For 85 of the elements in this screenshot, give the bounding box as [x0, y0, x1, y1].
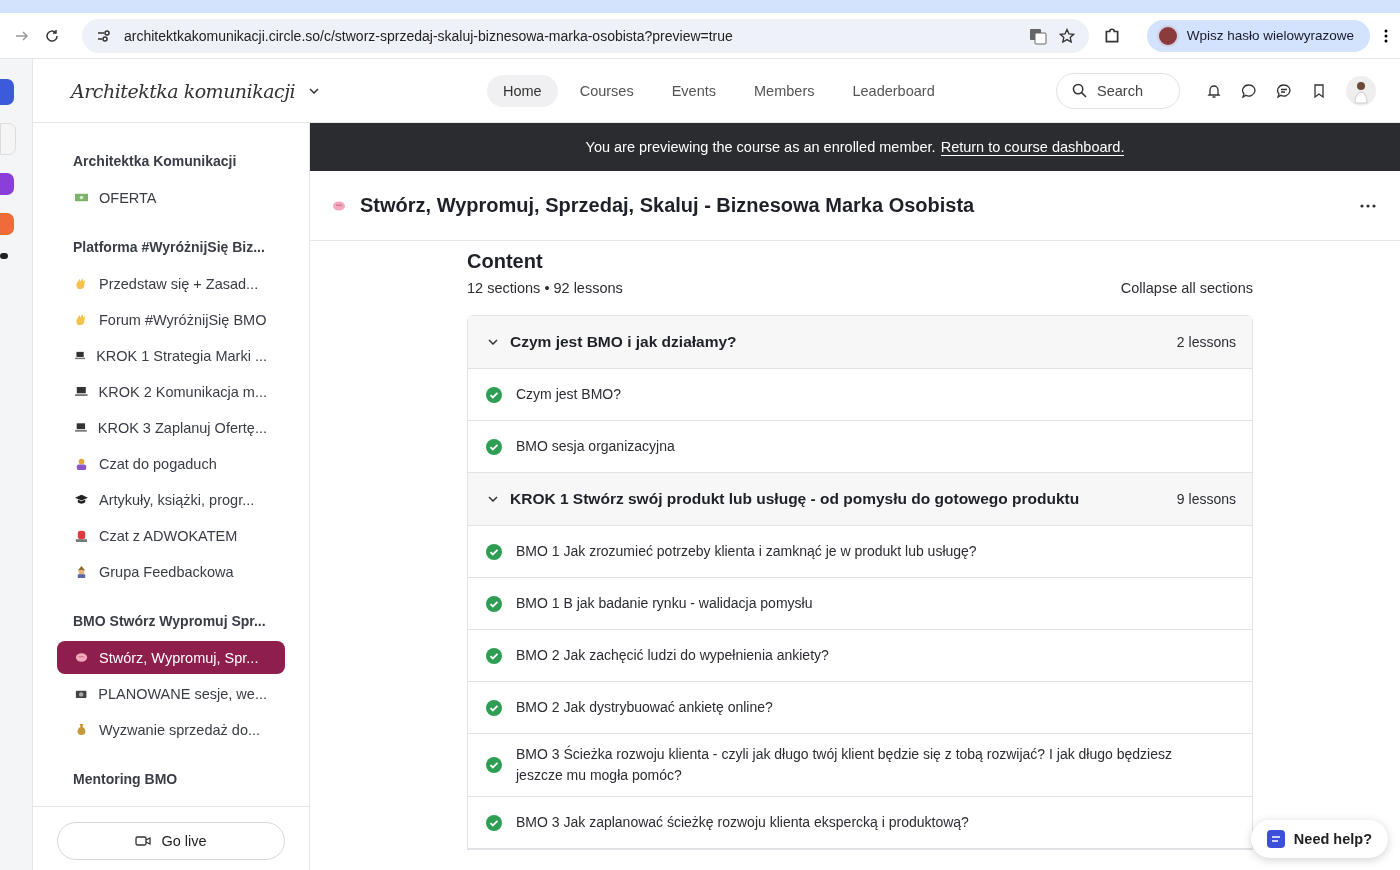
app-icon[interactable] [0, 253, 8, 259]
section-header[interactable]: Czym jest BMO i jak działamy? 2 lessons [468, 316, 1252, 369]
sidebar-item[interactable]: OFERTA [57, 181, 285, 214]
chat-icon [1266, 830, 1285, 848]
need-help-button[interactable]: Need help? [1250, 820, 1388, 858]
sidebar-group-title[interactable]: Mentoring BMO [57, 762, 285, 796]
sidebar-item[interactable]: Przedstaw się + Zasad... [57, 267, 285, 300]
sidebar-item[interactable]: KROK 1 Strategia Marki ... [57, 339, 285, 372]
logo[interactable]: Architektka komunikacji [71, 79, 296, 102]
section-title: Czym jest BMO i jak działamy? [510, 333, 738, 351]
sidebar-item[interactable]: Czat do pogaduch [57, 447, 285, 480]
nav-tab[interactable]: Home [487, 74, 558, 107]
sidebar-item[interactable]: PLANOWANE sesje, we... [57, 677, 285, 710]
bell-icon[interactable] [1206, 82, 1222, 99]
content-heading: Content [467, 250, 544, 273]
section-title: KROK 1 Stwórz swój produkt lub usługę - od pomysłu do gotowego produktu [510, 490, 1081, 508]
lesson-title: BMO 3 Ścieżka rozwoju klienta - czyli jak długo twój klient będzie się z tobą rozwijać? I jak długo będziesz jeszcze mu mogła pomóc? [516, 744, 1173, 785]
lesson-title: BMO sesja organizacyjna [516, 437, 675, 456]
profile-chip[interactable]: Wpisz hasło wielowyrazowe [1146, 19, 1370, 52]
lesson-row[interactable]: Czym jest BMO? [468, 369, 1252, 421]
nav-tab[interactable]: Courses [563, 74, 650, 107]
app-icon[interactable] [0, 79, 14, 105]
moneybag-icon [75, 723, 88, 736]
course-title: Stwórz, Wypromuj, Sprzedaj, Skaluj - Biznesowa Marka Osobista [360, 194, 976, 217]
bookmark-icon[interactable] [1311, 82, 1327, 99]
lesson-row[interactable]: BMO 3 Ścieżka rozwoju klienta - czyli jak długo twój klient będzie się z tobą rozwijać? I jak długo będziesz jeszcze mu mogła pomóc? [468, 734, 1252, 797]
laptop-icon [75, 421, 87, 434]
sidebar-group-title[interactable]: BMO Stwórz Wypromuj Spr... [57, 604, 285, 638]
sidebar-item[interactable]: KROK 2 Komunikacja m... [57, 375, 285, 408]
chevron-down-icon[interactable] [309, 87, 320, 94]
lesson-title: BMO 2 Jak dystrybuować ankietę online? [516, 698, 773, 717]
lesson-count: 2 lessons [1176, 334, 1236, 350]
chevron-icon[interactable] [488, 339, 498, 345]
sidebar-group-title[interactable]: Platforma #WyróżnijSię Biz... [57, 230, 285, 264]
go-live-button[interactable]: Go live [57, 822, 285, 860]
sidebar-item[interactable]: KROK 3 Zaplanuj Ofertę... [57, 411, 285, 444]
lesson-title: BMO 2 Jak zachęcić ludzi do wypełnienia ankiety? [516, 646, 829, 665]
collapse-all-link[interactable]: Collapse all sections [1120, 280, 1253, 296]
lesson-row[interactable]: BMO 1 B jak badanie rynku - walidacja pomysłu [468, 578, 1252, 630]
lesson-row[interactable]: BMO 3 Jak zaplanować ścieżkę rozwoju klienta ekspercką i produktową? [468, 797, 1252, 849]
sidebar-item[interactable]: Wyzwanie sprzedaż do... [57, 713, 285, 746]
return-link[interactable]: Return to course dashboard. [940, 138, 1125, 156]
sidebar-item[interactable]: Forum #WyróżnijSię BMO [57, 303, 285, 336]
reload-icon[interactable] [44, 27, 60, 44]
lesson-row[interactable]: BMO 2 Jak zachęcić ludzi do wypełnienia ankiety? [468, 630, 1252, 682]
address-bar[interactable]: architektkakomunikacji.circle.so/c/stworz-sprzedaj-skaluj-biznesowa-marka-osobista?preview=true [82, 18, 1089, 53]
nav-tab[interactable]: Members [738, 74, 831, 107]
star-icon[interactable] [1058, 27, 1075, 44]
chat-bubble-icon[interactable] [1241, 82, 1257, 99]
money-icon [75, 191, 88, 204]
messages-icon[interactable] [1276, 82, 1292, 99]
url-text: architektkakomunikacji.circle.so/c/stworz-sprzedaj-skaluj-biznesowa-marka-osobista?preview=true [124, 27, 734, 44]
banner-text: You are previewing the course as an enrolled member. [585, 139, 936, 155]
lesson-count: 9 lessons [1176, 491, 1236, 507]
laptop-icon [75, 385, 88, 398]
lesson-title: BMO 3 Jak zaplanować ścieżkę rozwoju klienta ekspercką i produktową? [516, 813, 969, 832]
sidebar-item[interactable]: Grupa Feedbackowa [57, 555, 285, 588]
content-summary: 12 sections • 92 lessons [467, 280, 623, 296]
lesson-title: BMO 1 Jak zrozumieć potrzeby klienta i zamknąć je w produkt lub usługę? [516, 542, 977, 561]
lesson-row[interactable]: BMO 1 Jak zrozumieć potrzeby klienta i zamknąć je w produkt lub usługę? [468, 526, 1252, 578]
lesson-title: BMO 1 B jak badanie rynku - walidacja pomysłu [516, 594, 813, 613]
avatar-icon [1156, 24, 1179, 47]
search-icon [1072, 82, 1087, 98]
cap-icon [75, 493, 88, 506]
siren-icon [75, 529, 88, 542]
nav-tab[interactable]: Leaderboard [836, 74, 951, 107]
laptop-icon [75, 349, 86, 362]
person-icon [75, 457, 88, 470]
section-header[interactable]: KROK 1 Stwórz swój produkt lub usługę - od pomysłu do gotowego produktu 9 lessons [468, 473, 1252, 526]
video-camera-icon [135, 835, 152, 847]
site-settings-icon[interactable] [96, 27, 112, 44]
translate-icon[interactable] [1028, 26, 1047, 45]
search-field[interactable]: Search [1056, 72, 1180, 109]
more-options-icon[interactable] [1360, 203, 1376, 208]
lesson-title: Czym jest BMO? [516, 385, 621, 404]
kebab-menu-icon[interactable] [1384, 27, 1388, 44]
sidebar-item[interactable]: Stwórz, Wypromuj, Spr... [57, 641, 285, 674]
brain-icon [75, 651, 88, 664]
chevron-icon[interactable] [488, 496, 498, 502]
nav-tab[interactable]: Events [655, 74, 733, 107]
lesson-row[interactable]: BMO 2 Jak dystrybuować ankietę online? [468, 682, 1252, 734]
avatar[interactable] [1346, 75, 1376, 106]
sidebar-group-title[interactable]: Architektka Komunikacji [57, 144, 285, 178]
sidebar-item[interactable]: Artykuły, książki, progr... [57, 483, 285, 516]
sidebar-item[interactable]: Czat z ADWOKATEM [57, 519, 285, 552]
